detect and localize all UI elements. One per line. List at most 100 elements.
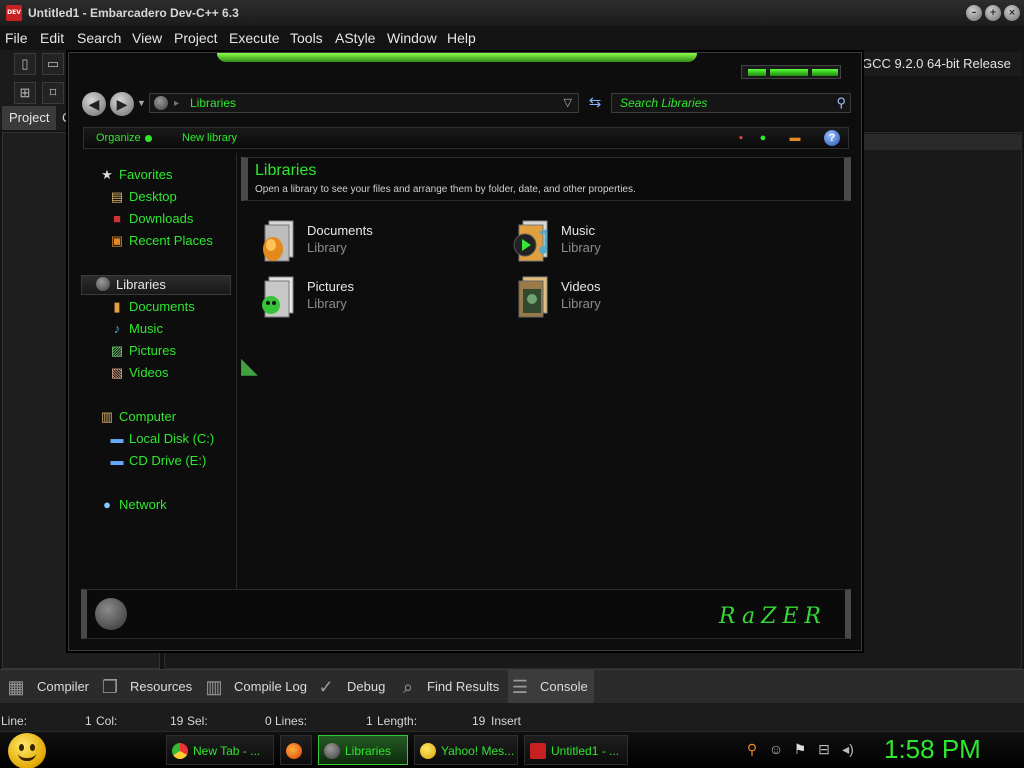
tab-compile-log[interactable]: ▥ Compile Log — [202, 670, 308, 704]
task-firefox[interactable] — [280, 735, 312, 765]
tab-project[interactable]: Project — [2, 106, 56, 130]
videos-icon: ▧ — [110, 365, 124, 380]
minimize-button[interactable]: – — [966, 5, 982, 21]
nav-downloads-label: Downloads — [129, 211, 194, 226]
explorer-minimize-button[interactable] — [748, 69, 766, 76]
tab-find-results[interactable]: ⌕ Find Results — [396, 670, 500, 704]
volume-icon[interactable]: ◂) — [840, 741, 856, 757]
menu-help[interactable]: Help — [447, 30, 476, 46]
open-folder-icon[interactable]: ▭ — [42, 53, 64, 75]
messenger-tray-icon[interactable]: ☺ — [768, 741, 784, 757]
nav-network[interactable]: ● Network — [77, 495, 227, 515]
videos-library-icon — [518, 276, 548, 318]
firefox-icon — [286, 743, 302, 759]
search-input[interactable]: Search Libraries ⚲ — [611, 93, 851, 113]
star-icon: ★ — [101, 167, 113, 182]
library-videos[interactable]: Videos Library — [509, 275, 749, 325]
maximize-button[interactable]: + — [985, 5, 1001, 21]
nav-cd-drive[interactable]: ▬ CD Drive (E:) — [77, 451, 227, 471]
menu-tools[interactable]: Tools — [290, 30, 323, 46]
nav-documents[interactable]: ▮ Documents — [77, 297, 227, 317]
nav-videos-label: Videos — [129, 365, 169, 380]
nav-downloads[interactable]: ■ Downloads — [77, 209, 227, 229]
search-icon[interactable]: ⚲ — [744, 741, 760, 757]
menu-astyle[interactable]: AStyle — [335, 30, 375, 46]
menu-search[interactable]: Search — [77, 30, 121, 46]
organize-button[interactable]: Organize — [96, 132, 152, 144]
start-button[interactable] — [8, 733, 46, 768]
tab-debug[interactable]: ✓ Debug — [314, 670, 388, 704]
explorer-close-button[interactable] — [812, 69, 838, 76]
refresh-icon[interactable]: ⇆ — [585, 93, 605, 113]
nav-desktop[interactable]: ▤ Desktop — [77, 187, 227, 207]
back-button[interactable]: ◀ — [82, 92, 106, 116]
task-chrome-label: New Tab - ... — [193, 744, 261, 758]
tab-resources[interactable]: ❐ Resources — [98, 670, 196, 704]
nav-recent-places[interactable]: ▣ Recent Places — [77, 231, 227, 251]
help-icon[interactable]: ? — [824, 130, 840, 146]
action-center-flag-icon[interactable]: ⚑ — [792, 741, 808, 757]
task-chrome[interactable]: New Tab - ... — [166, 735, 274, 765]
task-libraries[interactable]: Libraries — [318, 735, 408, 765]
nav-pictures[interactable]: ▨ Pictures — [77, 341, 227, 361]
navigation-pane: ★ Favorites ▤ Desktop ■ Downloads ▣ Rece… — [77, 153, 237, 589]
address-dropdown-icon[interactable]: ▽ — [564, 96, 572, 109]
documents-icon: ▮ — [113, 299, 121, 314]
library-music-name: Music — [561, 223, 595, 238]
new-file-icon[interactable]: ▯ — [14, 53, 36, 75]
desktop-icon: ▤ — [110, 189, 124, 204]
nav-computer[interactable]: ▥ Computer — [77, 407, 227, 427]
compiler-selector[interactable]: GCC 9.2.0 64-bit Release — [862, 52, 1022, 76]
menu-window[interactable]: Window — [387, 30, 437, 46]
recent-places-icon: ▣ — [110, 233, 124, 248]
library-music[interactable]: Music Library — [509, 219, 749, 269]
view-options-icon[interactable]: ● — [756, 132, 770, 144]
music-icon: ♪ — [113, 321, 121, 336]
menu-edit[interactable]: Edit — [40, 30, 64, 46]
libraries-header: Libraries Open a library to see your fil… — [241, 157, 851, 201]
task-yahoo-messenger[interactable]: Yahoo! Mes... — [414, 735, 518, 765]
network-icon: ● — [103, 497, 111, 512]
nav-favorites[interactable]: ★ Favorites — [77, 165, 227, 185]
address-path[interactable]: Libraries — [190, 96, 236, 110]
search-icon[interactable]: ⚲ — [836, 95, 846, 111]
cd-drive-icon: ▬ — [110, 453, 124, 468]
nav-local-disk[interactable]: ▬ Local Disk (C:) — [77, 429, 227, 449]
change-view-icon[interactable]: ▪ — [734, 132, 748, 144]
nav-recent-places-label: Recent Places — [129, 233, 213, 248]
network-icon[interactable]: ⊟ — [816, 741, 832, 757]
tab-compiler[interactable]: ▦ Compiler — [4, 670, 92, 704]
nav-videos[interactable]: ▧ Videos — [77, 363, 227, 383]
nav-libraries[interactable]: Libraries — [81, 275, 231, 295]
ide-menu-bar: File Edit Search View Project Execute To… — [0, 26, 1024, 50]
bookmark-icon[interactable]: ⌑ — [42, 82, 64, 104]
new-library-button[interactable]: New library — [182, 132, 237, 144]
library-pictures[interactable]: Pictures Library — [255, 275, 495, 325]
forward-button[interactable]: ▶ — [110, 92, 134, 116]
nav-music[interactable]: ♪ Music — [77, 319, 227, 339]
menu-project[interactable]: Project — [174, 30, 218, 46]
status-col-label: Col: — [96, 714, 118, 728]
breadcrumb-separator-icon[interactable]: ▸ — [174, 98, 179, 109]
close-button[interactable]: × — [1004, 5, 1020, 21]
class-browser-icon[interactable]: ⊞ — [14, 82, 36, 104]
preview-pane-icon[interactable]: ▬ — [788, 132, 802, 144]
tab-console[interactable]: ☰ Console — [508, 670, 594, 704]
status-line-value: 1 — [85, 714, 92, 728]
nav-music-label: Music — [129, 321, 163, 336]
explorer-maximize-button[interactable] — [770, 69, 808, 76]
recent-pages-dropdown[interactable]: ▼ — [137, 98, 146, 108]
grid-icon: ▦ — [7, 677, 25, 697]
library-documents-name: Documents — [307, 223, 373, 238]
nav-computer-label: Computer — [119, 409, 177, 424]
address-bar[interactable]: ▸ Libraries ▽ — [149, 93, 579, 113]
library-documents[interactable]: Documents Library — [255, 219, 495, 269]
nav-local-disk-label: Local Disk (C:) — [129, 431, 215, 446]
status-lines-label: Lines: — [275, 714, 308, 728]
menu-file[interactable]: File — [5, 30, 28, 46]
task-devcpp[interactable]: Untitled1 - ... — [524, 735, 628, 765]
menu-execute[interactable]: Execute — [229, 30, 280, 46]
organize-dropdown-icon — [144, 134, 152, 142]
taskbar-clock[interactable]: 1:58 PM — [884, 734, 981, 765]
menu-view[interactable]: View — [132, 30, 162, 46]
